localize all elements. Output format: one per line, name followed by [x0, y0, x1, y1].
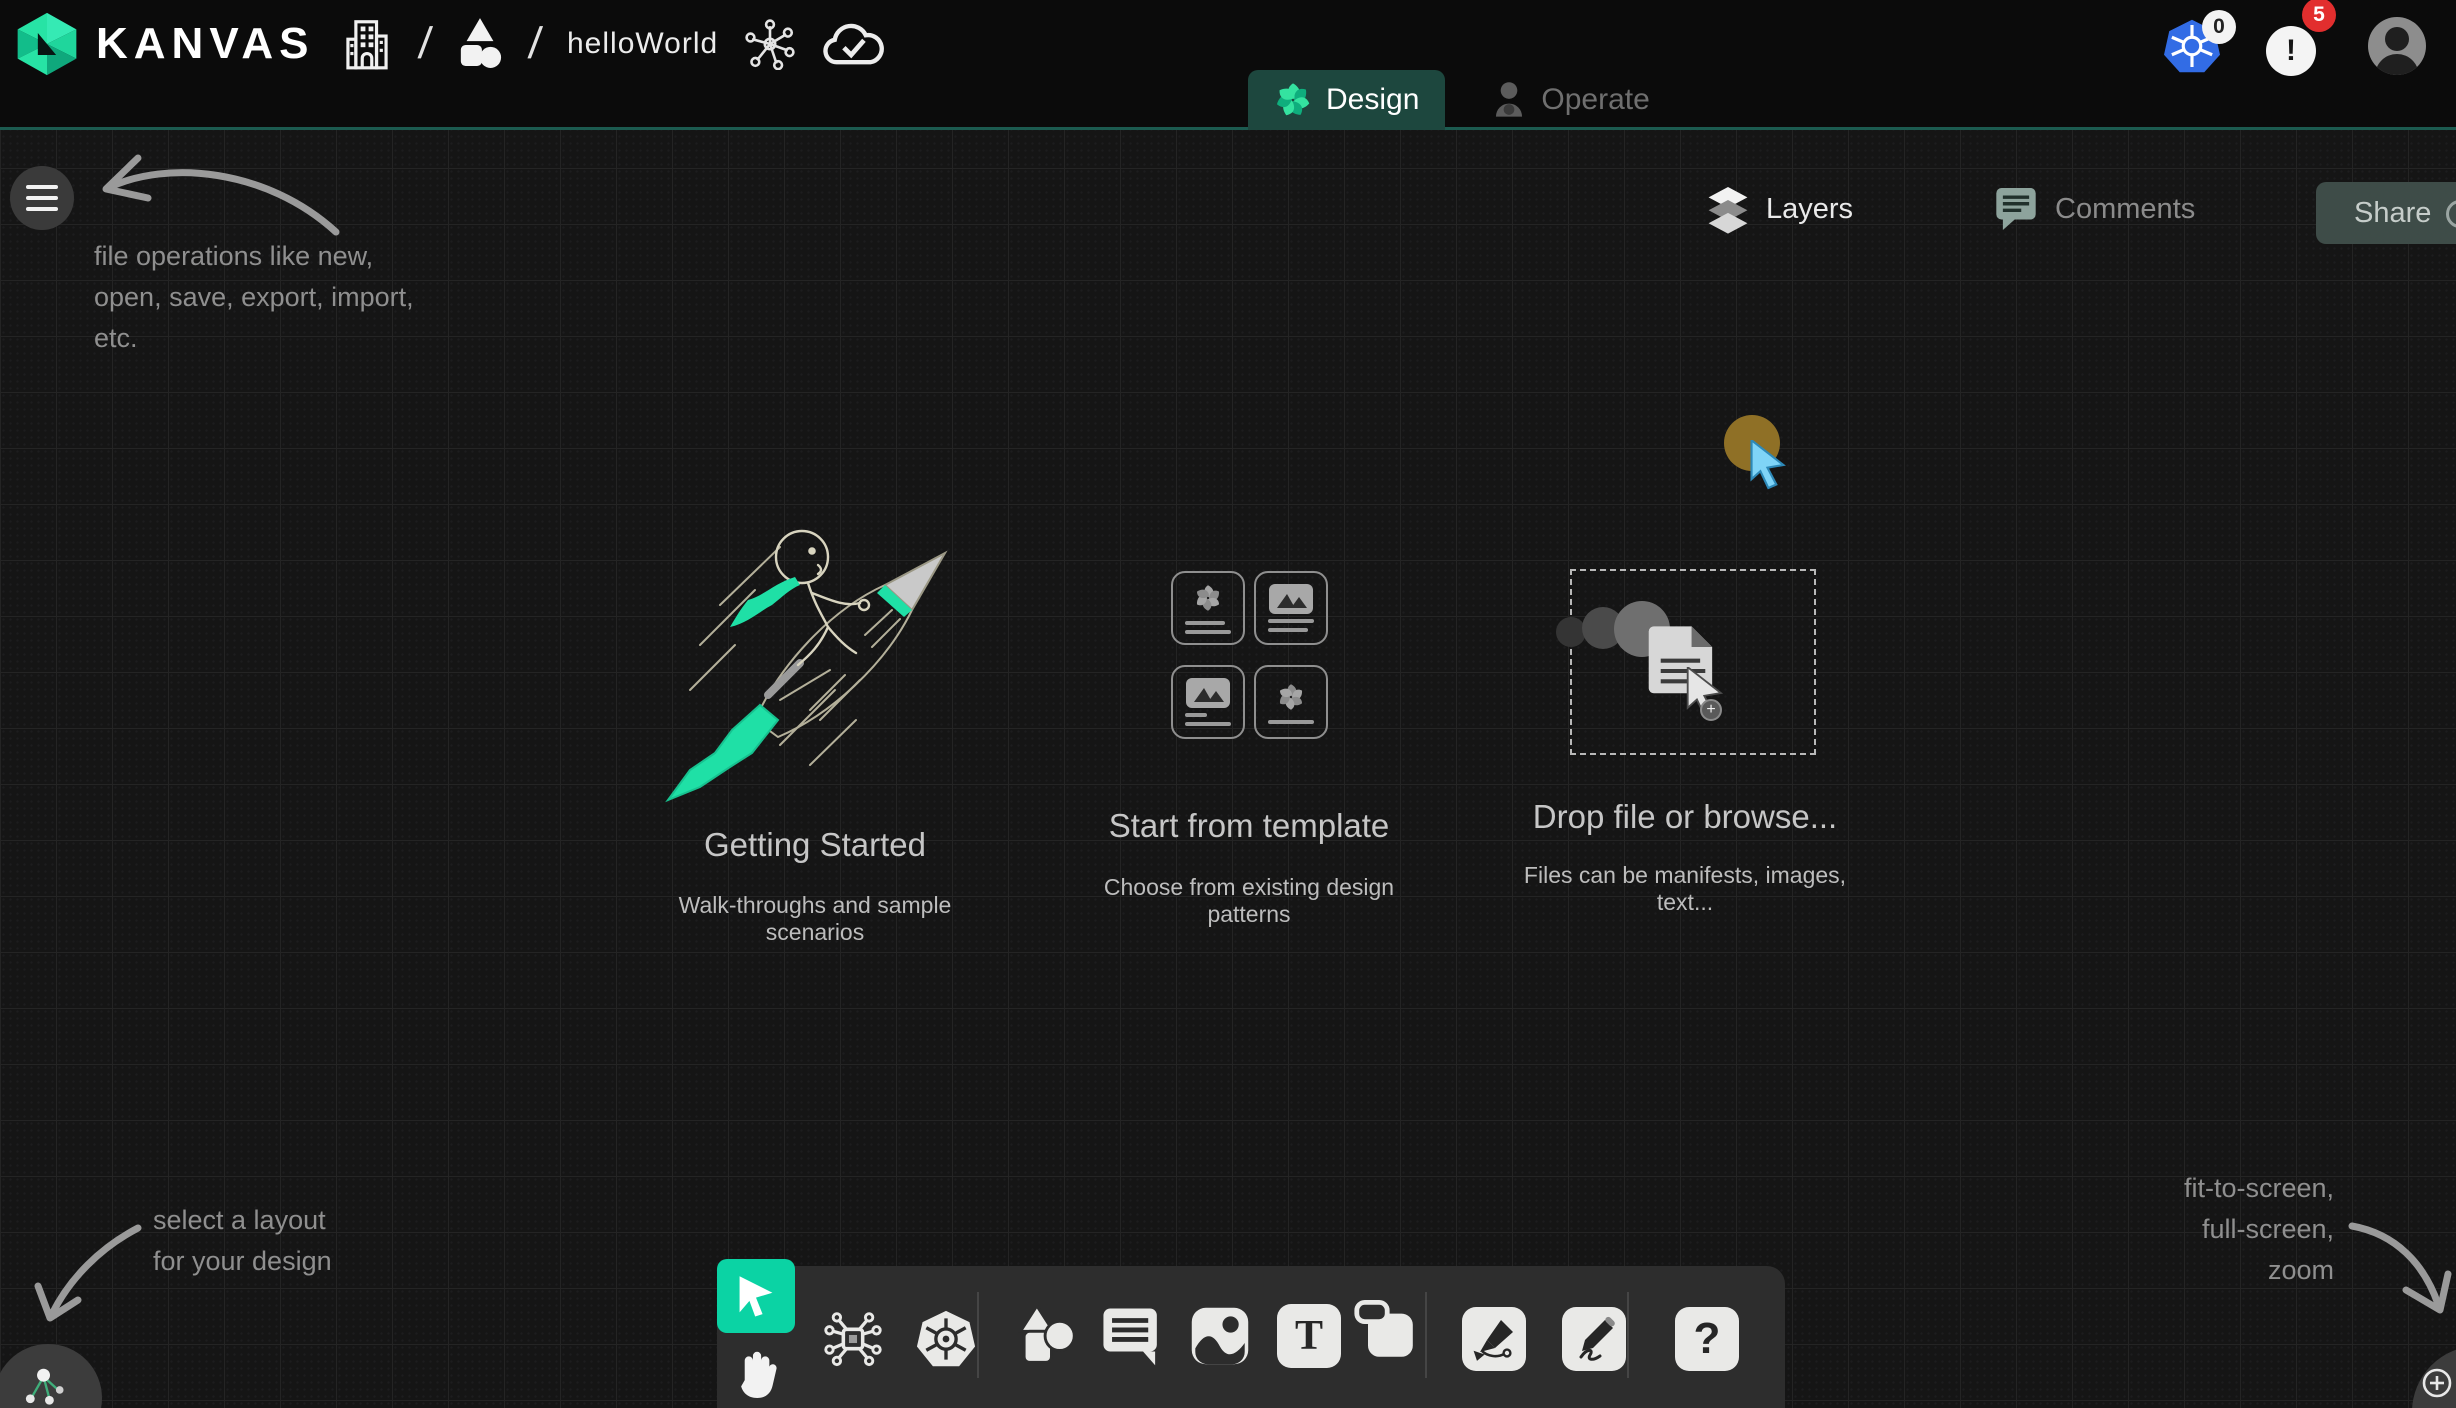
zoom-in-icon	[2420, 1366, 2454, 1400]
file-ops-annotation: file operations like new, open, save, ex…	[94, 236, 414, 359]
select-cursor-icon	[734, 1273, 778, 1319]
start-from-template-subtitle: Choose from existing design patterns	[1064, 874, 1434, 928]
connect-edge-icon	[824, 1310, 882, 1368]
getting-started-card[interactable]: Getting Started Walk-throughs and sample…	[630, 515, 1000, 915]
pencil-tool[interactable]	[1562, 1307, 1626, 1371]
connect-edge-tool[interactable]	[821, 1307, 885, 1371]
alert-icon: !	[2266, 26, 2316, 76]
select-tool[interactable]	[717, 1259, 795, 1333]
zoom-annotation: fit-to-screen, full-screen, zoom	[2034, 1168, 2334, 1291]
layers-label: Layers	[1766, 193, 1853, 226]
text-tool[interactable]: T	[1277, 1304, 1341, 1368]
add-file-plus-icon: +	[1700, 699, 1722, 721]
breadcrumb-separator: /	[416, 19, 433, 69]
file-dropzone[interactable]: +	[1570, 569, 1816, 755]
tab-design-label: Design	[1326, 83, 1419, 117]
template-thumb[interactable]	[1171, 571, 1245, 645]
media-tool[interactable]	[1188, 1304, 1252, 1368]
comments-label: Comments	[2055, 193, 2195, 226]
breadcrumb-separator: /	[526, 19, 543, 69]
rocket-doodle-illustration	[660, 515, 1000, 805]
comment-icon	[1101, 1305, 1161, 1367]
layout-annotation: select a layout for your design	[153, 1200, 332, 1282]
brand[interactable]: KANVAS	[14, 11, 315, 77]
drop-file-subtitle: Files can be manifests, images, text...	[1500, 862, 1870, 916]
kanvas-app: KANVAS /	[0, 0, 2456, 1408]
brand-name: KANVAS	[96, 19, 315, 69]
help-tool-glyph: ?	[1694, 1314, 1721, 1364]
template-thumb[interactable]	[1254, 665, 1328, 739]
template-thumb[interactable]	[1171, 665, 1245, 739]
template-thumb[interactable]	[1254, 571, 1328, 645]
notifications-button[interactable]: ! 5	[2266, 18, 2322, 74]
getting-started-subtitle: Walk-throughs and sample scenarios	[630, 892, 1000, 946]
layout-graph-icon	[20, 1364, 70, 1408]
eraser-tool[interactable]	[1352, 1296, 1416, 1360]
tab-design[interactable]: Design	[1248, 70, 1445, 130]
comments-icon	[1995, 186, 2037, 232]
collaborator-cursor-icon	[1748, 440, 1794, 490]
layers-button[interactable]: Layers	[1706, 184, 1853, 234]
mode-tabs: Design Operate	[1248, 70, 1676, 130]
workspace-shapes-icon[interactable]	[457, 18, 503, 70]
pencil-icon	[1571, 1316, 1617, 1362]
kubernetes-components-tool[interactable]	[914, 1307, 978, 1371]
tab-operate[interactable]: Operate	[1465, 70, 1675, 130]
getting-started-title: Getting Started	[630, 826, 1000, 864]
zoom-arrow	[2344, 1212, 2456, 1332]
image-icon	[1190, 1306, 1250, 1366]
environment-graph-icon[interactable]	[744, 18, 796, 70]
pan-hand-tool[interactable]	[734, 1344, 784, 1402]
kubernetes-helm-icon	[916, 1309, 976, 1369]
cluster-status-button[interactable]: 0	[2164, 18, 2220, 74]
share-label: Share	[2354, 197, 2431, 230]
comments-button[interactable]: Comments	[1995, 186, 2195, 232]
start-from-template-title: Start from template	[1064, 807, 1434, 845]
pen-icon	[1471, 1316, 1517, 1362]
cluster-count-badge: 0	[2202, 10, 2236, 44]
shapes-tool[interactable]	[1014, 1303, 1078, 1367]
tab-operate-label: Operate	[1541, 83, 1649, 117]
user-avatar[interactable]	[2368, 17, 2426, 75]
layers-icon	[1706, 184, 1750, 234]
design-file-name[interactable]: helloWorld	[567, 27, 718, 61]
notification-count-badge: 5	[2302, 0, 2336, 32]
shapes-icon	[1015, 1304, 1077, 1366]
help-tool[interactable]: ?	[1675, 1307, 1739, 1371]
start-from-template-card[interactable]: Start from template Choose from existing…	[1064, 515, 1434, 915]
operate-mode-icon	[1491, 81, 1527, 119]
eraser-icon	[1352, 1294, 1416, 1362]
app-header: KANVAS /	[0, 0, 2456, 130]
drop-file-title: Drop file or browse...	[1500, 798, 1870, 836]
menu-button[interactable]	[10, 166, 74, 230]
kanvas-logo-icon	[14, 11, 80, 77]
share-button[interactable]: Share	[2316, 182, 2456, 244]
avatar-person-icon	[2385, 27, 2409, 51]
design-mode-icon	[1274, 81, 1312, 119]
pen-tool[interactable]	[1462, 1307, 1526, 1371]
organization-icon[interactable]	[341, 17, 393, 71]
text-tool-glyph: T	[1295, 1312, 1323, 1360]
comment-tool[interactable]	[1099, 1304, 1163, 1368]
cloud-sync-icon[interactable]	[822, 18, 884, 70]
layout-arrow	[30, 1218, 150, 1338]
